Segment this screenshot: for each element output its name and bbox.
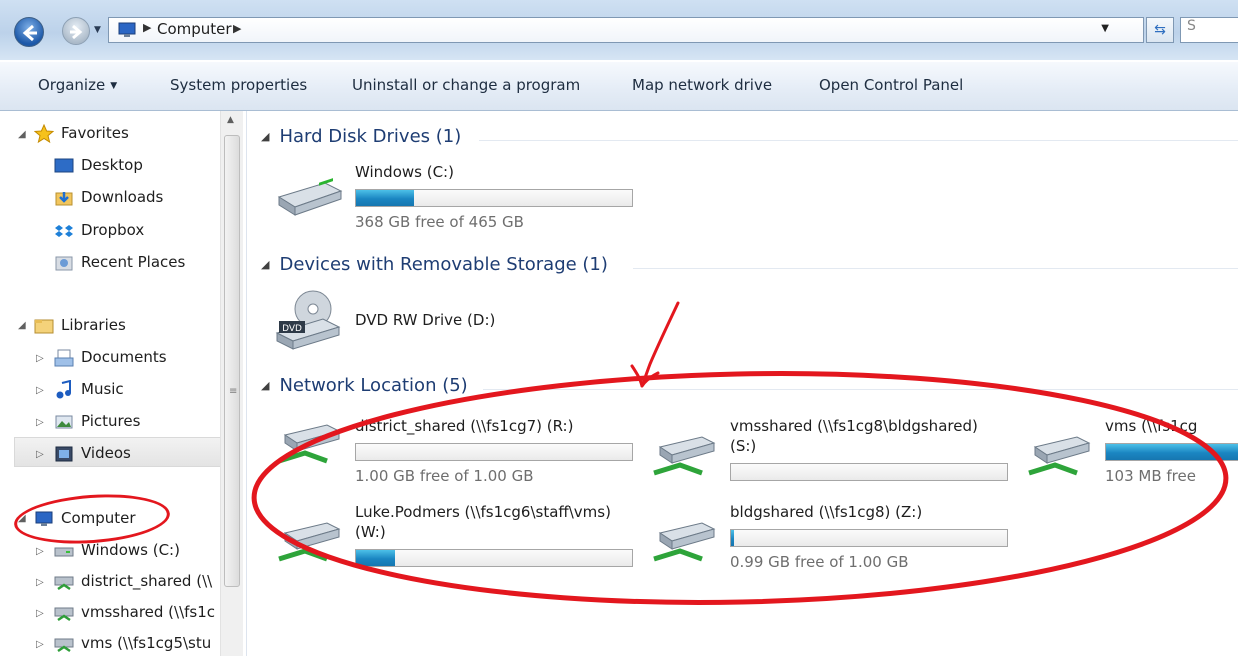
network-drive-icon: [54, 607, 74, 622]
search-input[interactable]: S: [1180, 17, 1238, 43]
star-icon: [34, 124, 54, 144]
navigation-pane: ◢ Favorites Desktop Downloads Dropbox Re…: [0, 111, 246, 656]
capacity-bar: [730, 529, 1008, 547]
expand-videos-icon[interactable]: ▷: [36, 449, 44, 460]
breadcrumb-computer[interactable]: Computer: [157, 20, 232, 38]
drive-vms[interactable]: vms (\\fs1cg 103 MB free: [1025, 417, 1238, 487]
network-drive-icon: [653, 522, 716, 562]
group-hard-disk-drives[interactable]: ◢ Hard Disk Drives (1): [261, 126, 461, 147]
address-bar[interactable]: ▶ Computer ▶ ▼: [108, 17, 1144, 43]
capacity-bar: [355, 189, 633, 207]
forward-button[interactable]: [62, 17, 90, 45]
capacity-bar: [730, 463, 1008, 481]
expand-documents-icon[interactable]: ▷: [36, 353, 44, 364]
computer-icon: [118, 22, 136, 37]
refresh-icon: ⇆: [1154, 22, 1166, 38]
recent-pages-chevron-icon[interactable]: ▼: [94, 25, 101, 35]
red-circle-annotation: [12, 489, 172, 549]
open-control-panel-button[interactable]: Open Control Panel: [819, 76, 963, 94]
system-properties-button[interactable]: System properties: [170, 76, 307, 94]
back-button[interactable]: [14, 17, 44, 47]
back-arrow-icon: [22, 24, 37, 42]
expand-favorites-icon[interactable]: ◢: [18, 129, 26, 140]
group-network-location[interactable]: ◢ Network Location (5): [261, 375, 468, 396]
nav-scrollbar[interactable]: ▲ ≡: [220, 111, 243, 656]
drive-vmsshared-s[interactable]: vmsshared (\\fs1cg8\bldgshared) (S:): [650, 417, 1020, 487]
uninstall-program-button[interactable]: Uninstall or change a program: [352, 76, 580, 94]
content-pane: ◢ Hard Disk Drives (1) Windows (C:) 368 G…: [247, 111, 1238, 656]
capacity-bar: [1105, 443, 1238, 461]
videos-icon: [55, 446, 73, 462]
collapse-group-icon: ◢: [261, 258, 270, 271]
expand-windows-c-icon[interactable]: ▷: [36, 546, 44, 557]
banner-text: [270, 0, 970, 14]
capacity-bar: [355, 549, 633, 567]
dropbox-icon: [55, 225, 73, 237]
capacity-fill: [1106, 444, 1238, 460]
drive-windows-c[interactable]: Windows (C:) 368 GB free of 465 GB: [275, 163, 635, 233]
expand-vms-icon[interactable]: ▷: [36, 639, 44, 650]
pictures-icon: [55, 415, 73, 429]
group-divider: [479, 140, 1238, 141]
group-removable-storage[interactable]: ◢ Devices with Removable Storage (1): [261, 254, 608, 275]
address-dropdown-icon[interactable]: ▼: [1101, 23, 1109, 34]
expand-libraries-icon[interactable]: ◢: [18, 320, 26, 331]
capacity-bar: [355, 443, 633, 461]
forward-arrow-icon: [70, 24, 83, 40]
svg-text:DVD: DVD: [282, 324, 302, 334]
hard-drive-icon: [54, 547, 74, 557]
expand-district-shared-icon[interactable]: ▷: [36, 577, 44, 588]
drive-dvd-d[interactable]: DVD DVD RW Drive (D:): [275, 289, 635, 357]
hard-drive-icon: [277, 178, 343, 216]
expand-vmsshared-icon[interactable]: ▷: [36, 608, 44, 619]
network-drive-icon: [278, 424, 341, 464]
recent-places-icon: [55, 256, 73, 271]
expand-pictures-icon[interactable]: ▷: [36, 417, 44, 428]
refresh-button[interactable]: ⇆: [1146, 17, 1174, 43]
capacity-fill: [356, 190, 414, 206]
network-drive-icon: [54, 638, 74, 653]
grip-icon: ≡: [229, 386, 238, 397]
network-drive-icon: [54, 576, 74, 591]
collapse-group-icon: ◢: [261, 130, 270, 143]
network-drive-icon: [1028, 436, 1091, 476]
group-divider: [633, 268, 1238, 269]
drive-bldgshared-z[interactable]: bldgshared (\\fs1cg8) (Z:) 0.99 GB free …: [650, 503, 1010, 573]
libraries-folder-icon: [34, 319, 54, 334]
network-drive-icon: [653, 436, 716, 476]
network-drive-icon: [278, 522, 341, 562]
capacity-fill: [356, 550, 395, 566]
collapse-group-icon: ◢: [261, 379, 270, 392]
group-divider: [483, 389, 1238, 390]
drive-district-shared-r[interactable]: district_shared (\\fs1cg7) (R:) 1.00 GB …: [275, 417, 635, 487]
scrollbar-thumb[interactable]: ≡: [224, 135, 240, 587]
desktop-icon: [54, 158, 74, 173]
music-icon: [56, 380, 71, 399]
documents-icon: [54, 349, 74, 367]
scroll-up-icon[interactable]: ▲: [227, 115, 234, 125]
breadcrumb-separator-icon[interactable]: ▶: [233, 22, 241, 35]
command-bar: Organize ▼ System properties Uninstall or…: [0, 62, 1238, 111]
capacity-fill: [731, 530, 734, 546]
downloads-folder-icon: [55, 192, 73, 206]
organize-button[interactable]: Organize ▼: [38, 76, 117, 94]
drive-luke-podmers-w[interactable]: Luke.Podmers (\\fs1cg6\staff\vms) (W:): [275, 503, 635, 573]
breadcrumb-separator-icon[interactable]: ▶: [143, 21, 151, 34]
chevron-down-icon: ▼: [110, 81, 118, 91]
map-network-drive-button[interactable]: Map network drive: [632, 76, 772, 94]
expand-music-icon[interactable]: ▷: [36, 385, 44, 396]
dvd-drive-icon: DVD: [275, 290, 341, 350]
